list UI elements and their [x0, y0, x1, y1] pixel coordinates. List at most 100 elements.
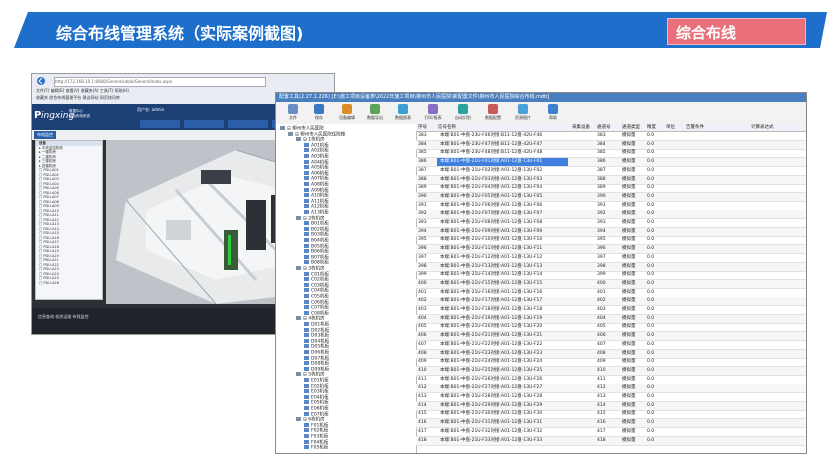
table-cell: 407 — [418, 341, 427, 347]
table-cell: 393 — [418, 220, 427, 225]
address-bar[interactable]: http://172.168.10.1:8080/Generalcable/Ge… — [54, 77, 266, 87]
toolbar-button[interactable]: 设备编辑 — [334, 104, 360, 122]
table-cell: 模拟量 — [622, 367, 636, 373]
table-row[interactable]: 398 本端:B01-中盘-21U-F13对接:A01-12盘-13U-F13 39… — [416, 262, 806, 272]
table-cell: 0.0 — [647, 150, 655, 156]
cabinet-tree[interactable]: ⊟ 柳州市人民医院 ⊟ 柳州市人民医院住院楼 ⊟ 1栋机房 A01机柜 A02机柜 A03… — [276, 124, 417, 453]
table-row[interactable]: 401 本端:B01-中盘-21U-F16对接:A01-12盘-13U-F16 40… — [416, 289, 806, 298]
table-row[interactable]: 386 本端:B01-中盘-21U-F01对接:A01-12盘-13U-F01 38… — [416, 158, 806, 168]
column-header[interactable]: 精度 — [647, 124, 656, 131]
table-row[interactable]: 403 本端:B01-中盘-21U-F18对接:A01-12盘-13U-F18 40… — [416, 306, 806, 315]
table-row[interactable]: 399 本端:B01-中盘-21U-F14对接:A01-12盘-13U-F14 39… — [416, 271, 806, 281]
table-row[interactable]: 408 本端:B01-中盘-21U-F23对接:A01-12盘-13U-F23 40… — [416, 349, 806, 359]
column-header[interactable]: 单位 — [666, 124, 675, 131]
cabinet-icon — [296, 137, 301, 142]
table-row[interactable]: 400 本端:B01-中盘-21U-F15对接:A01-12盘-13U-F15 40… — [416, 279, 806, 289]
table-row[interactable]: 410 本端:B01-中盘-21U-F25对接:A01-12盘-13U-F25 41… — [416, 366, 806, 376]
cabinet-icon — [304, 193, 309, 198]
column-header[interactable]: 计算表达式 — [751, 124, 774, 131]
column-header[interactable]: 告警条件 — [686, 124, 704, 131]
table-row[interactable]: 409 本端:B01-中盘-21U-F24对接:A01-12盘-13U-F24 40… — [416, 358, 806, 368]
toolbar-button-icon — [428, 104, 438, 114]
table-cell: 0.0 — [647, 350, 655, 356]
table-row[interactable]: 395 本端:B01-中盘-21U-F10对接:A01-12盘-13U-F10 39… — [416, 236, 806, 246]
table-row[interactable]: 411 本端:B01-中盘-21U-F26对接:A01-12盘-13U-F26 41… — [416, 376, 806, 385]
table-row[interactable]: 407 本端:B01-中盘-21U-F22对接:A01-12盘-13U-F22 40… — [416, 341, 806, 350]
table-cell: 391 — [418, 202, 427, 208]
table-row[interactable]: 392 本端:B01-中盘-21U-F07对接:A01-12盘-13U-F07 39… — [416, 210, 806, 220]
table-row[interactable]: 396 本端:B01-中盘-21U-F11对接:A01-12盘-13U-F11 39… — [416, 245, 806, 255]
table-cell: 396 — [418, 246, 427, 252]
toolbar-button-label: 帮助 — [549, 115, 557, 120]
browser-menu[interactable]: 文件(F) 编辑(E) 查看(V) 收藏夹(A) 工具(T) 帮助(H) — [36, 88, 129, 94]
toolbar-button[interactable]: 数据导出 — [362, 104, 388, 122]
column-header[interactable]: 通道类型 — [622, 124, 640, 131]
cabinet-icon — [304, 159, 309, 164]
table-row[interactable]: 385 本端:B01-中盘-23U-F48对接:B11-12盘-42U-F48 38… — [416, 149, 806, 159]
table-cell: 模拟量 — [622, 237, 636, 243]
table-row[interactable]: 413 本端:B01-中盘-21U-F28对接:A01-12盘-13U-F28 41… — [416, 393, 806, 402]
table-row[interactable]: 415 本端:B01-中盘-21U-F30对接:A01-12盘-13U-F30 41… — [416, 410, 806, 420]
favorites-bar[interactable]: 收藏夹 综合布线管理平台 建议网站 网页快讯库 — [36, 95, 120, 101]
table-row[interactable]: 418 本端:B01-中盘-21U-F33对接:A01-12盘-13U-F33 41… — [416, 436, 806, 446]
toolbar-button-label: 数据导出 — [367, 115, 383, 120]
table-row[interactable]: 406 本端:B01-中盘-21U-F21对接:A01-12盘-13U-F21 40… — [416, 332, 806, 342]
toolbar-button[interactable]: 资源图片 — [510, 104, 536, 122]
user-label: 用户名: admin — [137, 107, 165, 112]
cabinet-icon — [304, 439, 309, 444]
toolbar-button[interactable]: 文件 — [280, 104, 306, 122]
table-row[interactable]: 412 本端:B01-中盘-21U-F27对接:A01-12盘-13U-F27 41… — [416, 384, 806, 394]
table-row[interactable]: 394 本端:B01-中盘-21U-F09对接:A01-12盘-13U-F09 39… — [416, 227, 806, 237]
tree-node[interactable]: F05机柜 — [304, 445, 328, 451]
table-row[interactable]: 404 本端:B01-中盘-21U-F19对接:A01-12盘-13U-F19 40… — [416, 314, 806, 324]
toolbar-button[interactable]: 打印/报表 — [420, 104, 446, 122]
table-cell: 400 — [418, 280, 427, 286]
toolbar-button[interactable]: 帮助 — [540, 104, 566, 122]
cabinet-icon — [304, 254, 309, 259]
tab-cabling-monitor[interactable]: 布线监控 — [34, 131, 56, 139]
table-cell: 0.0 — [647, 402, 655, 408]
toolbar-button[interactable]: 保存 — [306, 104, 332, 122]
tree-item[interactable]: □ PDU-A26 — [36, 281, 102, 286]
table-cell: 0.0 — [647, 272, 655, 278]
table-cell: 本端:B01-中盘-21U-F17对接:A01-12盘-13U-F17 — [440, 298, 543, 304]
cabinet-icon — [304, 322, 309, 326]
cabinet-icon — [304, 411, 309, 416]
toolbar-button[interactable]: 数据图表 — [390, 104, 416, 122]
table-cell: 0.0 — [647, 263, 655, 269]
toolbar-button[interactable]: 自动识别 — [450, 104, 476, 122]
table-row[interactable]: 393 本端:B01-中盘-21U-F08对接:A01-12盘-13U-F08 39… — [416, 219, 806, 228]
table-row[interactable]: 391 本端:B01-中盘-21U-F06对接:A01-12盘-13U-F06 39… — [416, 202, 806, 211]
table-row[interactable]: 414 本端:B01-中盘-21U-F29对接:A01-12盘-13U-F29 41… — [416, 401, 806, 411]
cabinet-icon — [304, 333, 309, 338]
back-icon[interactable] — [36, 76, 50, 86]
column-header[interactable]: 信号名称 — [438, 124, 456, 131]
table-row[interactable]: 388 本端:B01-中盘-21U-F03对接:A01-12盘-13U-F03 38… — [416, 175, 806, 185]
table-row[interactable]: 417 本端:B01-中盘-21U-F32对接:A01-12盘-13U-F32 41… — [416, 428, 806, 437]
column-header[interactable]: 序号 — [418, 124, 427, 131]
table-cell: 0.0 — [647, 176, 655, 182]
table-row[interactable]: 390 本端:B01-中盘-21U-F05对接:A01-12盘-13U-F05 39… — [416, 192, 806, 202]
table-cell: 411 — [418, 376, 427, 382]
toolbar-button-icon — [342, 104, 352, 114]
toolbar-button[interactable]: 数据配置 — [480, 104, 506, 122]
table-row[interactable]: 405 本端:B01-中盘-21U-F20对接:A01-12盘-13U-F20 40… — [416, 323, 806, 333]
table-cell: 模拟量 — [622, 211, 636, 217]
table-row[interactable]: 389 本端:B01-中盘-21U-F04对接:A01-12盘-13U-F04 38… — [416, 184, 806, 194]
table-row[interactable]: 402 本端:B01-中盘-21U-F17对接:A01-12盘-13U-F17 40… — [416, 297, 806, 307]
table-cell: 模拟量 — [622, 254, 636, 260]
table-cell: 0.0 — [647, 211, 655, 217]
table-cell: 402 — [418, 298, 427, 304]
column-header[interactable]: 通道号 — [597, 124, 611, 131]
table-cell: 0.0 — [647, 289, 655, 295]
device-tree[interactable]: 设备 ▸ 中央监控机房 ▸ 一楼机房 ▸ 二楼机房 ▸ 三楼机房 ▸ 四楼机房 □ PDU… — [35, 140, 103, 300]
table-row[interactable]: 383 本端:B01-中盘-23U-F46对接:B11-12盘-42U-F46 38… — [416, 132, 806, 141]
table-row[interactable]: 384 本端:B01-中盘-23U-F47对接:B11-12盘-42U-F47 38… — [416, 140, 806, 150]
table-cell: 本端:B01-中盘-21U-F32对接:A01-12盘-13U-F32 — [440, 428, 543, 434]
footer-links[interactable]: 信息查询 机房运维 布线监控 — [38, 314, 89, 320]
column-header[interactable]: 采集设备 — [572, 124, 590, 131]
table-cell: 394 — [597, 228, 606, 234]
table-row[interactable]: 387 本端:B01-中盘-21U-F02对接:A01-12盘-13U-F02 38… — [416, 167, 806, 176]
table-row[interactable]: 416 本端:B01-中盘-21U-F31对接:A01-12盘-13U-F31 41… — [416, 419, 806, 429]
table-row[interactable]: 397 本端:B01-中盘-21U-F12对接:A01-12盘-13U-F12 39… — [416, 254, 806, 263]
